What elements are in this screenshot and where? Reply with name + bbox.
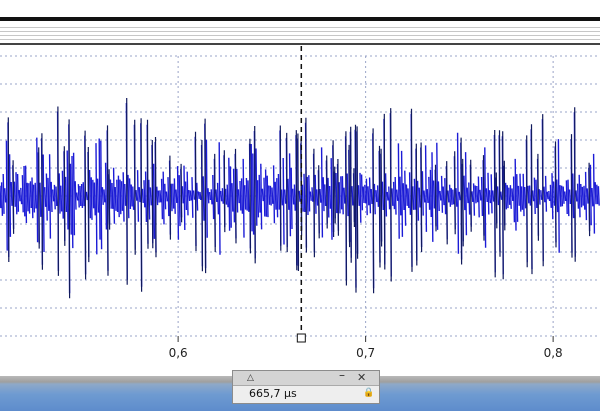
x-tick-label: 0,8: [543, 346, 563, 360]
signal-trace: [0, 102, 600, 294]
signal-trace-peaks: [7, 97, 591, 299]
cursor-time-value: 665,7 µs: [249, 387, 297, 400]
lock-icon[interactable]: 🔒: [363, 388, 374, 398]
readout-titlebar[interactable]: △ – ✕: [233, 368, 379, 386]
top-toolbar-edge: [0, 0, 600, 46]
x-tick-label: 0,6: [168, 346, 188, 360]
minimize-icon[interactable]: –: [339, 368, 345, 382]
waveform-svg: [0, 46, 600, 343]
close-icon[interactable]: ✕: [357, 371, 366, 385]
sort-icon[interactable]: △: [247, 371, 254, 385]
waveform-plot[interactable]: 0,6 0,7 0,8: [0, 46, 600, 376]
cursor-readout-panel[interactable]: △ – ✕ 665,7 µs 🔒: [232, 368, 380, 404]
x-tick-label: 0,7: [356, 346, 376, 360]
cursor-handle[interactable]: [296, 333, 306, 343]
